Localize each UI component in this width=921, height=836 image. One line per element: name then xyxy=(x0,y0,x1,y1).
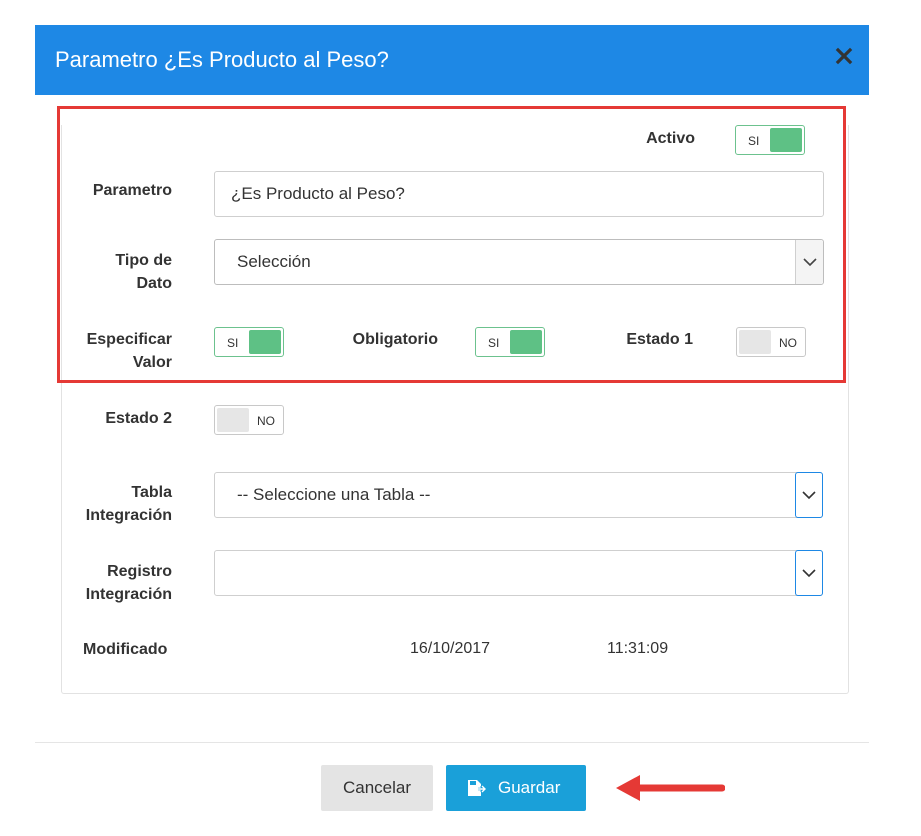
tabla-integracion-select[interactable]: -- Seleccione una Tabla -- xyxy=(214,472,823,518)
cancel-button[interactable]: Cancelar xyxy=(321,765,433,811)
modificado-label: Modificado xyxy=(83,641,168,658)
especificar-valor-toggle[interactable]: SI xyxy=(214,327,284,357)
tabla-integracion-label: Tabla Integración xyxy=(65,481,172,527)
chevron-down-icon[interactable] xyxy=(795,240,823,284)
save-button-label: Guardar xyxy=(498,778,561,797)
toggle-knob xyxy=(249,330,281,354)
close-icon[interactable] xyxy=(833,45,855,67)
tipo-dato-select[interactable]: Selección xyxy=(214,239,824,285)
dialog-title: Parametro ¿Es Producto al Peso? xyxy=(55,47,389,72)
estado1-toggle-state: NO xyxy=(779,336,797,350)
obligatorio-toggle[interactable]: SI xyxy=(475,327,545,357)
parametro-label: Parametro xyxy=(92,182,172,199)
estado2-toggle[interactable]: NO xyxy=(214,405,284,435)
save-icon xyxy=(466,778,488,803)
tipo-dato-label: Tipo de Dato xyxy=(65,249,172,295)
toggle-knob xyxy=(217,408,249,432)
tipo-dato-select-value: Selección xyxy=(237,252,311,271)
toggle-knob xyxy=(739,330,771,354)
estado1-toggle[interactable]: NO xyxy=(736,327,806,357)
obligatorio-label: Obligatorio xyxy=(352,331,438,348)
activo-toggle-state: SI xyxy=(748,134,760,148)
especificar-valor-toggle-state: SI xyxy=(227,336,239,350)
annotation-arrow-icon xyxy=(610,771,726,810)
dialog-header: Parametro ¿Es Producto al Peso? xyxy=(35,25,869,95)
toggle-knob xyxy=(510,330,542,354)
tabla-integracion-select-value: -- Seleccione una Tabla -- xyxy=(237,485,431,504)
activo-toggle[interactable]: SI xyxy=(735,125,805,155)
modificado-time: 11:31:09 xyxy=(607,640,669,657)
activo-label: Activo xyxy=(646,130,695,147)
parametro-input[interactable]: ¿Es Producto al Peso? xyxy=(214,171,824,217)
obligatorio-toggle-state: SI xyxy=(488,336,500,350)
toggle-knob xyxy=(770,128,802,152)
save-button[interactable]: Guardar xyxy=(446,765,586,811)
dialog: Parametro ¿Es Producto al Peso? Activo S… xyxy=(35,25,869,836)
chevron-down-icon[interactable] xyxy=(795,472,823,518)
modificado-date: 16/10/2017 xyxy=(410,640,491,657)
especificar-valor-label: Especificar Valor xyxy=(65,328,172,374)
registro-integracion-label-line2: Integración xyxy=(85,586,172,603)
estado2-label: Estado 2 xyxy=(105,410,172,427)
footer-divider xyxy=(35,742,869,743)
tabla-integracion-label-line2: Integración xyxy=(85,507,172,524)
registro-integracion-label: Registro Integración xyxy=(65,560,172,606)
especificar-valor-label-line2: Valor xyxy=(132,354,172,371)
estado1-label: Estado 1 xyxy=(626,331,693,348)
registro-integracion-select[interactable] xyxy=(214,550,823,596)
tipo-dato-label-line2: Dato xyxy=(136,275,172,292)
especificar-valor-label-line1: Especificar xyxy=(86,331,172,348)
registro-integracion-label-line1: Registro xyxy=(107,563,172,580)
chevron-down-icon[interactable] xyxy=(795,550,823,596)
tabla-integracion-label-line1: Tabla xyxy=(131,484,172,501)
tipo-dato-label-line1: Tipo de xyxy=(115,252,172,269)
parametro-input-value: ¿Es Producto al Peso? xyxy=(231,184,405,203)
estado2-toggle-state: NO xyxy=(257,414,275,428)
